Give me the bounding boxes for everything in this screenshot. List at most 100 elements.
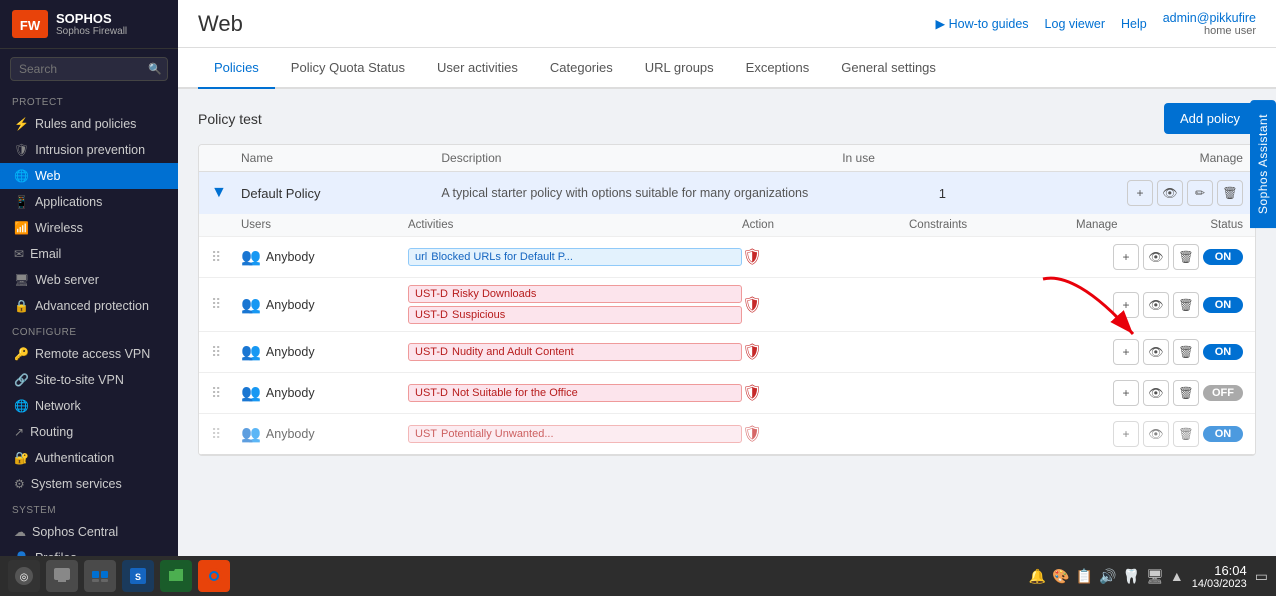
rule-view-button[interactable]: 👁 [1143, 421, 1169, 447]
user-menu: admin@pikkufire home user [1163, 11, 1256, 37]
rule-toggle-on[interactable]: ON [1203, 297, 1243, 313]
tab-categories[interactable]: Categories [534, 48, 629, 89]
rule-delete-button[interactable]: 🗑 [1173, 380, 1199, 406]
drag-handle[interactable]: ⠿ [211, 344, 241, 361]
web-icon: 🌐 [14, 169, 29, 183]
admin-name[interactable]: admin@pikkufire [1163, 11, 1256, 25]
taskbar-time: 16:04 14/03/2023 [1192, 563, 1247, 590]
policy-row-header: ▼ Default Policy A typical starter polic… [199, 172, 1255, 214]
color-icon[interactable]: 🎨 [1052, 568, 1069, 585]
taskbar-app-start[interactable]: ◎ [8, 560, 40, 592]
policy-add-button[interactable]: + [1127, 180, 1153, 206]
chevron-up-icon[interactable]: ▲ [1170, 568, 1184, 584]
user-cell: 👥 Anybody [241, 342, 408, 362]
vpn-icon: 🔑 [14, 347, 29, 361]
rule-add-button[interactable]: + [1113, 339, 1139, 365]
sophos-assistant-button[interactable]: Sophos Assistant [1250, 100, 1276, 228]
action-cell: 🛡 [742, 295, 909, 315]
rule-view-button[interactable]: 👁 [1143, 244, 1169, 270]
sub-th-action: Action [742, 219, 909, 231]
activity-badge-ust-nudity: UST-D Nudity and Adult Content [408, 343, 742, 361]
rule-add-button[interactable]: + [1113, 421, 1139, 447]
sidebar-item-email[interactable]: ✉Email [0, 241, 178, 267]
tab-general-settings[interactable]: General settings [825, 48, 952, 89]
rule-toggle-off[interactable]: OFF [1203, 385, 1243, 401]
taskbar-app-firefox[interactable] [198, 560, 230, 592]
sidebar-item-wireless[interactable]: 📶Wireless [0, 215, 178, 241]
rule-view-button[interactable]: 👁 [1143, 292, 1169, 318]
sidebar-item-applications[interactable]: 📱Applications [0, 189, 178, 215]
how-to-guides-link[interactable]: ▶ How-to guides [936, 16, 1029, 31]
taskbar-app-3[interactable] [84, 560, 116, 592]
rule-add-button[interactable]: + [1113, 380, 1139, 406]
policy-name: Default Policy [241, 186, 441, 201]
table-row: ⠿ 👥 Anybody UST-D Risky Downloads UST-D … [199, 278, 1255, 332]
rule-delete-button[interactable]: 🗑 [1173, 339, 1199, 365]
ust-label: Potentially Unwanted... [441, 428, 554, 440]
clipboard-icon[interactable]: 📋 [1076, 568, 1093, 585]
rule-add-button[interactable]: + [1113, 244, 1139, 270]
sidebar-item-sophos-central[interactable]: ☁Sophos Central [0, 519, 178, 545]
rule-toggle-on[interactable]: ON [1203, 249, 1243, 265]
action-cell: 🛡 [742, 247, 909, 267]
add-policy-button[interactable]: Add policy [1164, 103, 1256, 134]
rule-toggle-on[interactable]: ON [1203, 426, 1243, 442]
tab-url-groups[interactable]: URL groups [629, 48, 730, 89]
sidebar-item-network[interactable]: 🌐Network [0, 393, 178, 419]
log-viewer-link[interactable]: Log viewer [1045, 17, 1105, 31]
ust-type: UST [415, 428, 437, 440]
rule-toggle-on[interactable]: ON [1203, 344, 1243, 360]
tab-policies[interactable]: Policies [198, 48, 275, 89]
rule-delete-button[interactable]: 🗑 [1173, 421, 1199, 447]
sidebar-item-web[interactable]: 🌐Web [0, 163, 178, 189]
table-row: ⠿ 👥 Anybody UST Potentially Unwanted... … [199, 414, 1255, 454]
action-cell: 🛡 [742, 424, 909, 444]
rule-delete-button[interactable]: 🗑 [1173, 292, 1199, 318]
sidebar-item-site-to-site-vpn[interactable]: 🔗Site-to-site VPN [0, 367, 178, 393]
drag-handle[interactable]: ⠿ [211, 426, 241, 443]
volume-icon[interactable]: 🔊 [1099, 568, 1116, 585]
bluetooth-icon[interactable]: 🦷 [1123, 568, 1140, 585]
notifications-icon[interactable]: 🔔 [1029, 568, 1046, 585]
taskbar-right: 🔔 🎨 📋 🔊 🦷 🖥 ▲ 16:04 14/03/2023 ▭ [1029, 563, 1268, 590]
search-input[interactable] [10, 57, 168, 81]
sidebar-item-remote-access-vpn[interactable]: 🔑Remote access VPN [0, 341, 178, 367]
rule-view-button[interactable]: 👁 [1143, 339, 1169, 365]
sidebar-item-rules-policies[interactable]: ⚡Rules and policies [0, 111, 178, 137]
rule-delete-button[interactable]: 🗑 [1173, 244, 1199, 270]
svg-text:S: S [135, 572, 141, 582]
taskbar-app-2[interactable] [46, 560, 78, 592]
taskbar-app-files[interactable] [160, 560, 192, 592]
ust-badge-type-2: UST-D [415, 309, 448, 321]
display-icon[interactable]: 🖥 [1146, 568, 1164, 585]
sidebar-item-routing[interactable]: ↗Routing [0, 419, 178, 445]
network-icon: 🌐 [14, 399, 29, 413]
intrusion-icon: 🛡 [14, 143, 29, 157]
sidebar-item-advanced-protection[interactable]: 🔒Advanced protection [0, 293, 178, 319]
drag-handle[interactable]: ⠿ [211, 296, 241, 313]
action-cell: 🛡 [742, 383, 909, 403]
activity-badge-ust-1: UST-D Risky Downloads [408, 285, 742, 303]
help-link[interactable]: Help [1121, 17, 1147, 31]
tab-policy-quota-status[interactable]: Policy Quota Status [275, 48, 421, 89]
policy-view-button[interactable]: 👁 [1157, 180, 1183, 206]
clock-date: 14/03/2023 [1192, 578, 1247, 590]
tab-exceptions[interactable]: Exceptions [730, 48, 826, 89]
show-desktop-icon[interactable]: ▭ [1255, 568, 1268, 585]
activities-cell: UST-D Nudity and Adult Content [408, 343, 742, 361]
policy-collapse-toggle[interactable]: ▼ [211, 184, 241, 202]
sidebar-item-intrusion-prevention[interactable]: 🛡Intrusion prevention [0, 137, 178, 163]
rule-add-button[interactable]: + [1113, 292, 1139, 318]
drag-handle[interactable]: ⠿ [211, 249, 241, 266]
tab-user-activities[interactable]: User activities [421, 48, 534, 89]
activity-badge-ust-2: UST-D Suspicious [408, 306, 742, 324]
rule-view-button[interactable]: 👁 [1143, 380, 1169, 406]
drag-handle[interactable]: ⠿ [211, 385, 241, 402]
taskbar-app-4[interactable]: S [122, 560, 154, 592]
policy-header: Policy test Add policy [178, 89, 1276, 144]
sidebar-item-authentication[interactable]: 🔐Authentication [0, 445, 178, 471]
sidebar-item-web-server[interactable]: 🖥Web server [0, 267, 178, 293]
policy-edit-button[interactable]: ✏ [1187, 180, 1213, 206]
policy-delete-button[interactable]: 🗑 [1217, 180, 1243, 206]
sidebar-item-system-services[interactable]: ⚙System services [0, 471, 178, 497]
